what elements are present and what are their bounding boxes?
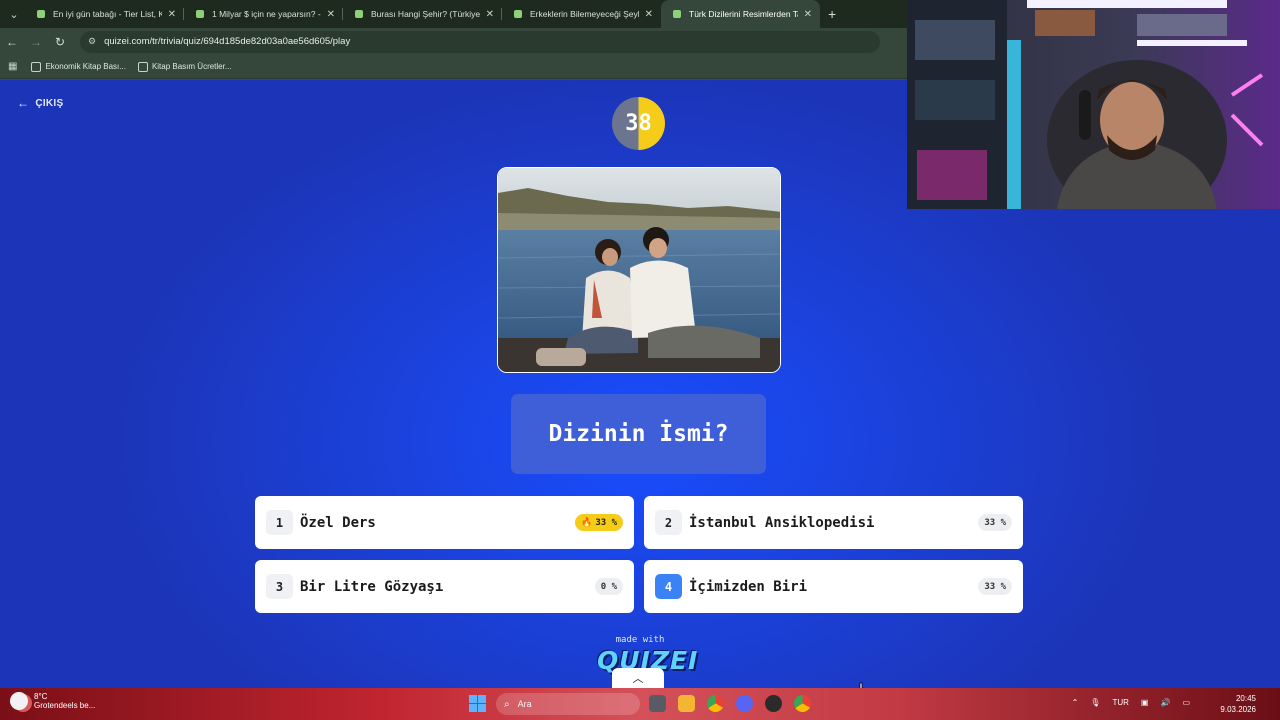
url-text: quizei.com/tr/trivia/quiz/694d185de82d03… <box>104 36 351 47</box>
address-bar-row: ← → ↻ ⚙ quizei.com/tr/trivia/quiz/694d18… <box>0 28 907 55</box>
network-icon[interactable]: ▣ <box>1141 698 1149 707</box>
fire-icon: 🔥 <box>581 517 593 528</box>
tab-favicon-icon <box>673 10 681 18</box>
answer-number: 4 <box>655 574 682 599</box>
volume-icon[interactable]: 🔊 <box>1160 698 1170 707</box>
apps-grid-icon[interactable]: ▦ <box>8 61 17 72</box>
taskbar-search[interactable]: ⌕ Ara <box>496 693 640 715</box>
search-placeholder: Ara <box>517 699 532 709</box>
language-indicator[interactable]: TUR <box>1112 698 1128 707</box>
microphone-icon[interactable]: 🎙 <box>1090 698 1100 707</box>
answer-label: Özel Ders <box>300 514 376 531</box>
question-text: Dizinin İsmi? <box>511 394 766 474</box>
answer-number: 3 <box>266 574 293 599</box>
tab-title: Erkeklerin Bilemeyeceği Şeyler... <box>530 9 639 19</box>
browser-tab-2[interactable]: 1 Milyar $ için ne yaparsın? - Ti... ✕ <box>184 0 343 28</box>
answer-label: İstanbul Ansiklopedisi <box>689 514 875 531</box>
made-with-text: made with <box>615 635 665 645</box>
tab-close-icon[interactable]: ✕ <box>645 9 653 20</box>
task-view-icon[interactable] <box>649 695 666 712</box>
new-tab-plus-icon[interactable]: + <box>828 6 836 22</box>
tab-title: Türk Dizilerini Resimlerden Tahmin... <box>689 9 798 19</box>
tab-search-chevron-icon[interactable]: ⌄ <box>3 3 25 25</box>
clock-time: 20:45 <box>1235 694 1256 703</box>
answer-number: 1 <box>266 510 293 535</box>
bookmarks-bar: ▦ Ekonomik Kitap Bası... Kitap Basım Ücr… <box>0 55 907 79</box>
answer-option-1[interactable]: 1 Özel Ders 🔥 33 % <box>255 496 634 549</box>
discord-icon[interactable] <box>736 695 753 712</box>
url-field[interactable]: ⚙ quizei.com/tr/trivia/quiz/694d185de82d… <box>80 30 880 53</box>
tab-title: En iyi gün tabağı - Tier List, Kö... <box>53 9 162 19</box>
tab-title: Burası Hangi Şehir? (Türkiye) - ... <box>371 9 480 19</box>
bookmark-icon <box>31 61 42 72</box>
battery-icon[interactable]: ▭ <box>1182 698 1190 707</box>
obs-icon[interactable] <box>765 695 782 712</box>
browser-tab-1[interactable]: En iyi gün tabağı - Tier List, Kö... ✕ <box>25 0 184 28</box>
answer-option-3[interactable]: 3 Bir Litre Gözyaşı 0 % <box>255 560 634 613</box>
forward-arrow-icon[interactable]: → <box>24 35 48 49</box>
bookmark-item-2[interactable]: Kitap Basım Ücretler... <box>137 61 232 72</box>
answer-percent: 0 % <box>594 578 623 595</box>
tab-title: 1 Milyar $ için ne yaparsın? - Ti... <box>212 9 321 19</box>
tab-close-icon[interactable]: ✕ <box>168 9 176 20</box>
answer-label: İçimizden Biri <box>689 578 808 595</box>
browser-tab-4[interactable]: Erkeklerin Bilemeyeceği Şeyler... ✕ <box>502 0 661 28</box>
tab-close-icon[interactable]: ✕ <box>804 9 812 20</box>
countdown-timer: 38 <box>612 97 665 150</box>
exit-button[interactable]: ← ÇIKIŞ <box>17 96 63 110</box>
bookmark-item-1[interactable]: Ekonomik Kitap Bası... <box>31 61 126 72</box>
bookmark-label: Kitap Basım Ücretler... <box>151 62 232 71</box>
clock[interactable]: 20:45 9.03.2026 <box>1220 693 1256 715</box>
temperature: 8°C <box>34 692 48 701</box>
browser-tab-5-active[interactable]: Türk Dizilerini Resimlerden Tahmin... ✕ <box>661 0 820 28</box>
couple-by-sea-illustration <box>498 168 780 372</box>
tab-favicon-icon <box>514 10 522 18</box>
cloudy-weather-icon <box>10 692 28 710</box>
weather-description: Grotendeels be... <box>34 701 96 710</box>
answer-percent: 33 % <box>978 578 1012 595</box>
tab-close-icon[interactable]: ✕ <box>327 9 335 20</box>
bookmark-icon <box>137 61 148 72</box>
tab-favicon-icon <box>355 10 363 18</box>
exit-label: ÇIKIŞ <box>35 97 64 109</box>
windows-start-icon[interactable] <box>469 695 486 712</box>
reload-icon[interactable]: ↻ <box>48 35 72 49</box>
system-tray: ⌃ 🎙 TUR ▣ 🔊 ▭ <box>1060 698 1190 707</box>
chrome-profile-icon[interactable] <box>794 695 811 712</box>
bookmark-label: Ekonomik Kitap Bası... <box>45 62 126 71</box>
back-arrow-icon[interactable]: ← <box>0 35 24 49</box>
back-arrow-icon: ← <box>17 96 30 110</box>
site-info-icon[interactable]: ⚙ <box>88 36 96 47</box>
streamer-webcam-image <box>907 0 1280 209</box>
scroll-up-chevron-icon[interactable]: ︿ <box>612 668 664 688</box>
chevron-up-icon[interactable]: ⌃ <box>1072 698 1079 707</box>
webcam-overlay <box>907 0 1280 209</box>
clock-date: 9.03.2026 <box>1220 705 1256 714</box>
tab-favicon-icon <box>196 10 204 18</box>
answer-number: 2 <box>655 510 682 535</box>
answer-label: Bir Litre Gözyaşı <box>300 578 444 595</box>
tab-favicon-icon <box>37 10 45 18</box>
browser-tab-3[interactable]: Burası Hangi Şehir? (Türkiye) - ... ✕ <box>343 0 502 28</box>
answer-option-2[interactable]: 2 İstanbul Ansiklopedisi 33 % <box>644 496 1023 549</box>
answer-percent-badge: 🔥 33 % <box>575 514 623 531</box>
weather-widget[interactable]: 8°C Grotendeels be... <box>10 692 95 710</box>
answer-percent: 33 % <box>978 514 1012 531</box>
tab-close-icon[interactable]: ✕ <box>486 9 494 20</box>
timer-value: 38 <box>625 111 652 136</box>
answer-percent: 33 % <box>595 517 617 528</box>
question-image <box>497 167 781 373</box>
search-icon: ⌕ <box>504 698 510 710</box>
answer-option-4-selected[interactable]: 4 İçimizden Biri 33 % <box>644 560 1023 613</box>
windows-taskbar: 8°C Grotendeels be... ⌕ Ara ⌃ 🎙 TUR ▣ 🔊 … <box>0 688 1280 720</box>
chrome-icon[interactable] <box>707 695 724 712</box>
file-explorer-icon[interactable] <box>678 695 695 712</box>
